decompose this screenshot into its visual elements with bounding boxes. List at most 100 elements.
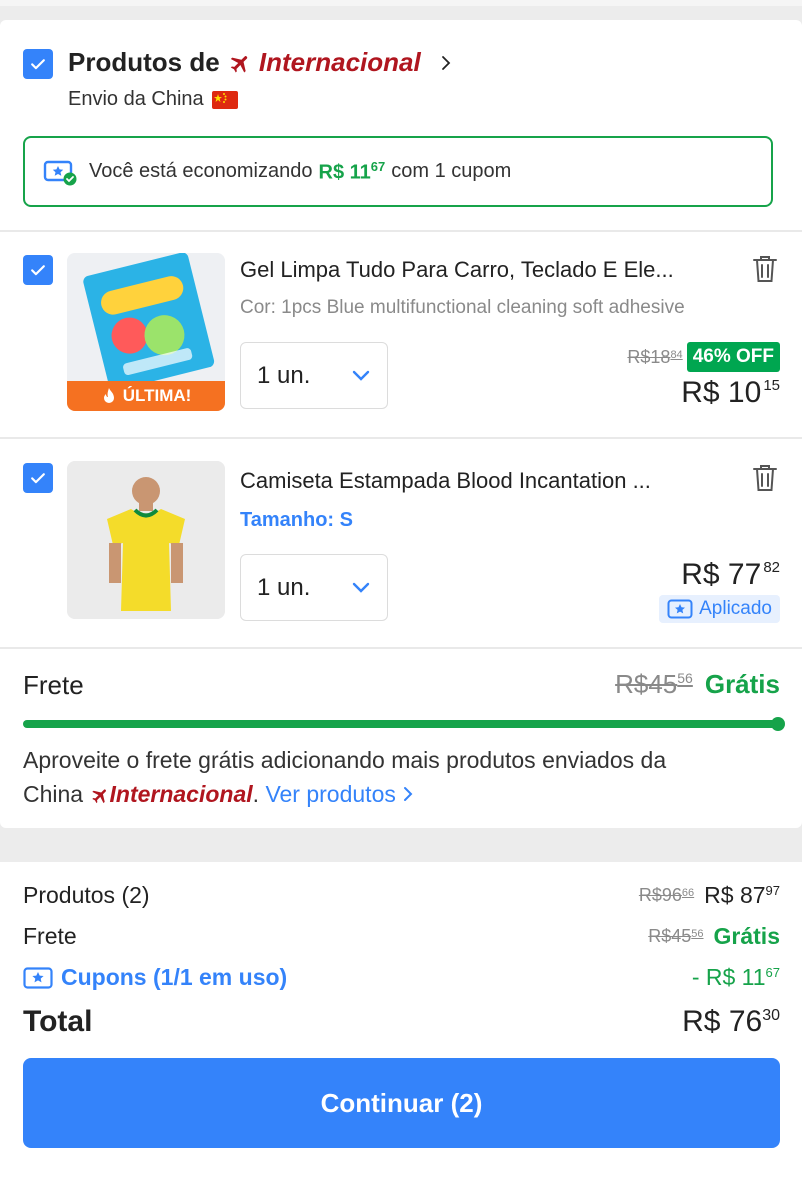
summary-products-price: R$9666 R$ 8797 bbox=[639, 882, 780, 909]
check-icon bbox=[31, 473, 45, 484]
airplane-icon bbox=[230, 56, 247, 73]
coupons-discount-cents: 67 bbox=[765, 965, 780, 980]
shipping-brand-name: Internacional bbox=[109, 781, 253, 807]
shipping-old-int: R$45 bbox=[615, 669, 678, 699]
total-label: Total bbox=[23, 1005, 93, 1038]
total-cents: 30 bbox=[762, 1007, 780, 1024]
see-products-link-text: Ver produtos bbox=[265, 781, 396, 807]
trash-icon[interactable] bbox=[752, 463, 778, 493]
product-price: R$ 10 15 bbox=[681, 376, 780, 410]
coupon-applied-text: Aplicado bbox=[699, 598, 772, 619]
product-price-int: R$ 10 bbox=[681, 376, 762, 409]
product-price-int: R$ 77 bbox=[681, 558, 762, 591]
summary-shipping-old-cents: 56 bbox=[691, 928, 704, 940]
progress-end-dot bbox=[771, 717, 785, 731]
product-image-cleaning-gel[interactable]: ÚLTIMA! bbox=[67, 253, 225, 411]
coupons-link[interactable]: Cupons (1/1 em uso) bbox=[23, 964, 287, 991]
coupons-label: Cupons (1/1 em uso) bbox=[61, 964, 288, 990]
item-checkbox[interactable] bbox=[23, 463, 53, 493]
last-unit-badge: ÚLTIMA! bbox=[67, 381, 225, 411]
free-shipping-progress bbox=[23, 720, 780, 728]
coupon-applied-badge: Aplicado bbox=[659, 595, 780, 623]
chevron-down-icon bbox=[352, 582, 370, 593]
shipping-price: R$4556 Grátis bbox=[615, 669, 780, 700]
product-image-tshirt[interactable] bbox=[67, 461, 225, 619]
product-size: Tamanho: S bbox=[240, 509, 353, 531]
chevron-right-icon bbox=[404, 787, 413, 801]
check-icon bbox=[31, 265, 45, 276]
product-price-cents: 15 bbox=[763, 377, 780, 394]
coupon-icon bbox=[667, 599, 693, 619]
airplane-icon bbox=[91, 789, 106, 803]
quantity-value: 1 un. bbox=[257, 361, 311, 389]
coupons-discount: - R$ 1167 bbox=[692, 964, 780, 991]
shipping-origin-text: Envio da China bbox=[68, 88, 204, 110]
savings-text-before: Você está economizando bbox=[89, 160, 313, 182]
product-price: R$ 77 82 bbox=[681, 558, 780, 592]
product-name[interactable]: Gel Limpa Tudo Para Carro, Teclado E Ele… bbox=[240, 257, 740, 283]
old-price: R$1884 bbox=[627, 347, 682, 368]
summary-products-old: R$9666 bbox=[639, 885, 694, 906]
summary-shipping-old: R$4556 bbox=[648, 926, 703, 947]
quantity-select[interactable]: 1 un. bbox=[240, 554, 388, 621]
internacional-brand: Internacional bbox=[228, 47, 421, 78]
quantity-select[interactable]: 1 un. bbox=[240, 342, 388, 409]
coupon-icon bbox=[23, 966, 53, 989]
seller-select-all-checkbox[interactable] bbox=[23, 49, 53, 79]
discount-badge: 46% OFF bbox=[686, 342, 780, 372]
top-strip bbox=[0, 0, 802, 6]
divider bbox=[0, 437, 802, 439]
total-int: R$ 76 bbox=[682, 1005, 763, 1038]
coupons-discount-int: - R$ 11 bbox=[691, 964, 766, 990]
check-icon bbox=[31, 59, 45, 70]
coupon-check-icon bbox=[43, 158, 77, 186]
item-checkbox[interactable] bbox=[23, 255, 53, 285]
shipping-message-line1: Aproveite o frete grátis adicionando mai… bbox=[23, 747, 667, 773]
quantity-value: 1 un. bbox=[257, 573, 311, 601]
old-price-cents: 84 bbox=[670, 348, 683, 361]
divider bbox=[0, 230, 802, 232]
internacional-brand: Internacional bbox=[90, 781, 253, 807]
savings-amount-int: R$ 11 bbox=[318, 161, 371, 184]
shipping-old-cents: 56 bbox=[677, 670, 693, 686]
summary-products-value: R$ 8797 bbox=[704, 882, 780, 909]
shipping-origin: Envio da China bbox=[68, 88, 238, 111]
shipping-free: Grátis bbox=[704, 669, 780, 699]
old-price-int: R$18 bbox=[627, 346, 671, 367]
shipping-message-china: China bbox=[23, 781, 84, 807]
summary-shipping-old-int: R$45 bbox=[648, 926, 692, 946]
see-products-link[interactable]: Ver produtos bbox=[265, 781, 414, 807]
summary-shipping-free: Grátis bbox=[713, 923, 780, 949]
last-unit-badge-text: ÚLTIMA! bbox=[122, 386, 192, 405]
savings-amount-cents: 67 bbox=[370, 158, 386, 174]
summary-products-old-cents: 66 bbox=[681, 887, 695, 899]
shipping-old-price: R$4556 bbox=[615, 669, 693, 700]
price-discount-row: R$1884 46% OFF bbox=[627, 342, 780, 372]
trash-icon[interactable] bbox=[752, 254, 778, 284]
seller-header[interactable]: Produtos de Internacional bbox=[68, 47, 455, 78]
product-price-cents: 82 bbox=[763, 559, 780, 576]
summary-shipping-price: R$4556 Grátis bbox=[648, 923, 780, 950]
savings-text-after: com 1 cupom bbox=[391, 160, 512, 182]
product-name[interactable]: Camiseta Estampada Blood Incantation ... bbox=[240, 468, 740, 494]
product-variant: Cor: 1pcs Blue multifunctional cleaning … bbox=[240, 297, 685, 318]
chevron-down-icon bbox=[352, 370, 370, 381]
continue-button[interactable]: Continuar (2) bbox=[23, 1058, 780, 1148]
summary-products-label: Produtos (2) bbox=[23, 882, 150, 908]
summary-products-int: R$ 87 bbox=[704, 882, 766, 908]
chevron-right-icon[interactable] bbox=[437, 54, 455, 72]
seller-brand-name: Internacional bbox=[258, 47, 421, 77]
fire-icon bbox=[103, 388, 114, 403]
tshirt-model-photo bbox=[67, 461, 225, 619]
free-shipping-message: Aproveite o frete grátis adicionando mai… bbox=[23, 747, 667, 807]
china-flag-icon bbox=[211, 90, 238, 109]
summary-shipping-label: Frete bbox=[23, 923, 77, 949]
summary-products-old-int: R$96 bbox=[638, 885, 682, 905]
summary-products-cents: 97 bbox=[765, 883, 780, 898]
total-value: R$ 7630 bbox=[682, 1005, 780, 1039]
seller-title-prefix: Produtos de bbox=[68, 47, 220, 77]
shipping-label: Frete bbox=[23, 670, 84, 700]
savings-amount: R$ 1167 bbox=[319, 159, 386, 185]
savings-banner: Você está economizando R$ 1167 com 1 cup… bbox=[23, 136, 773, 207]
divider bbox=[0, 647, 802, 649]
